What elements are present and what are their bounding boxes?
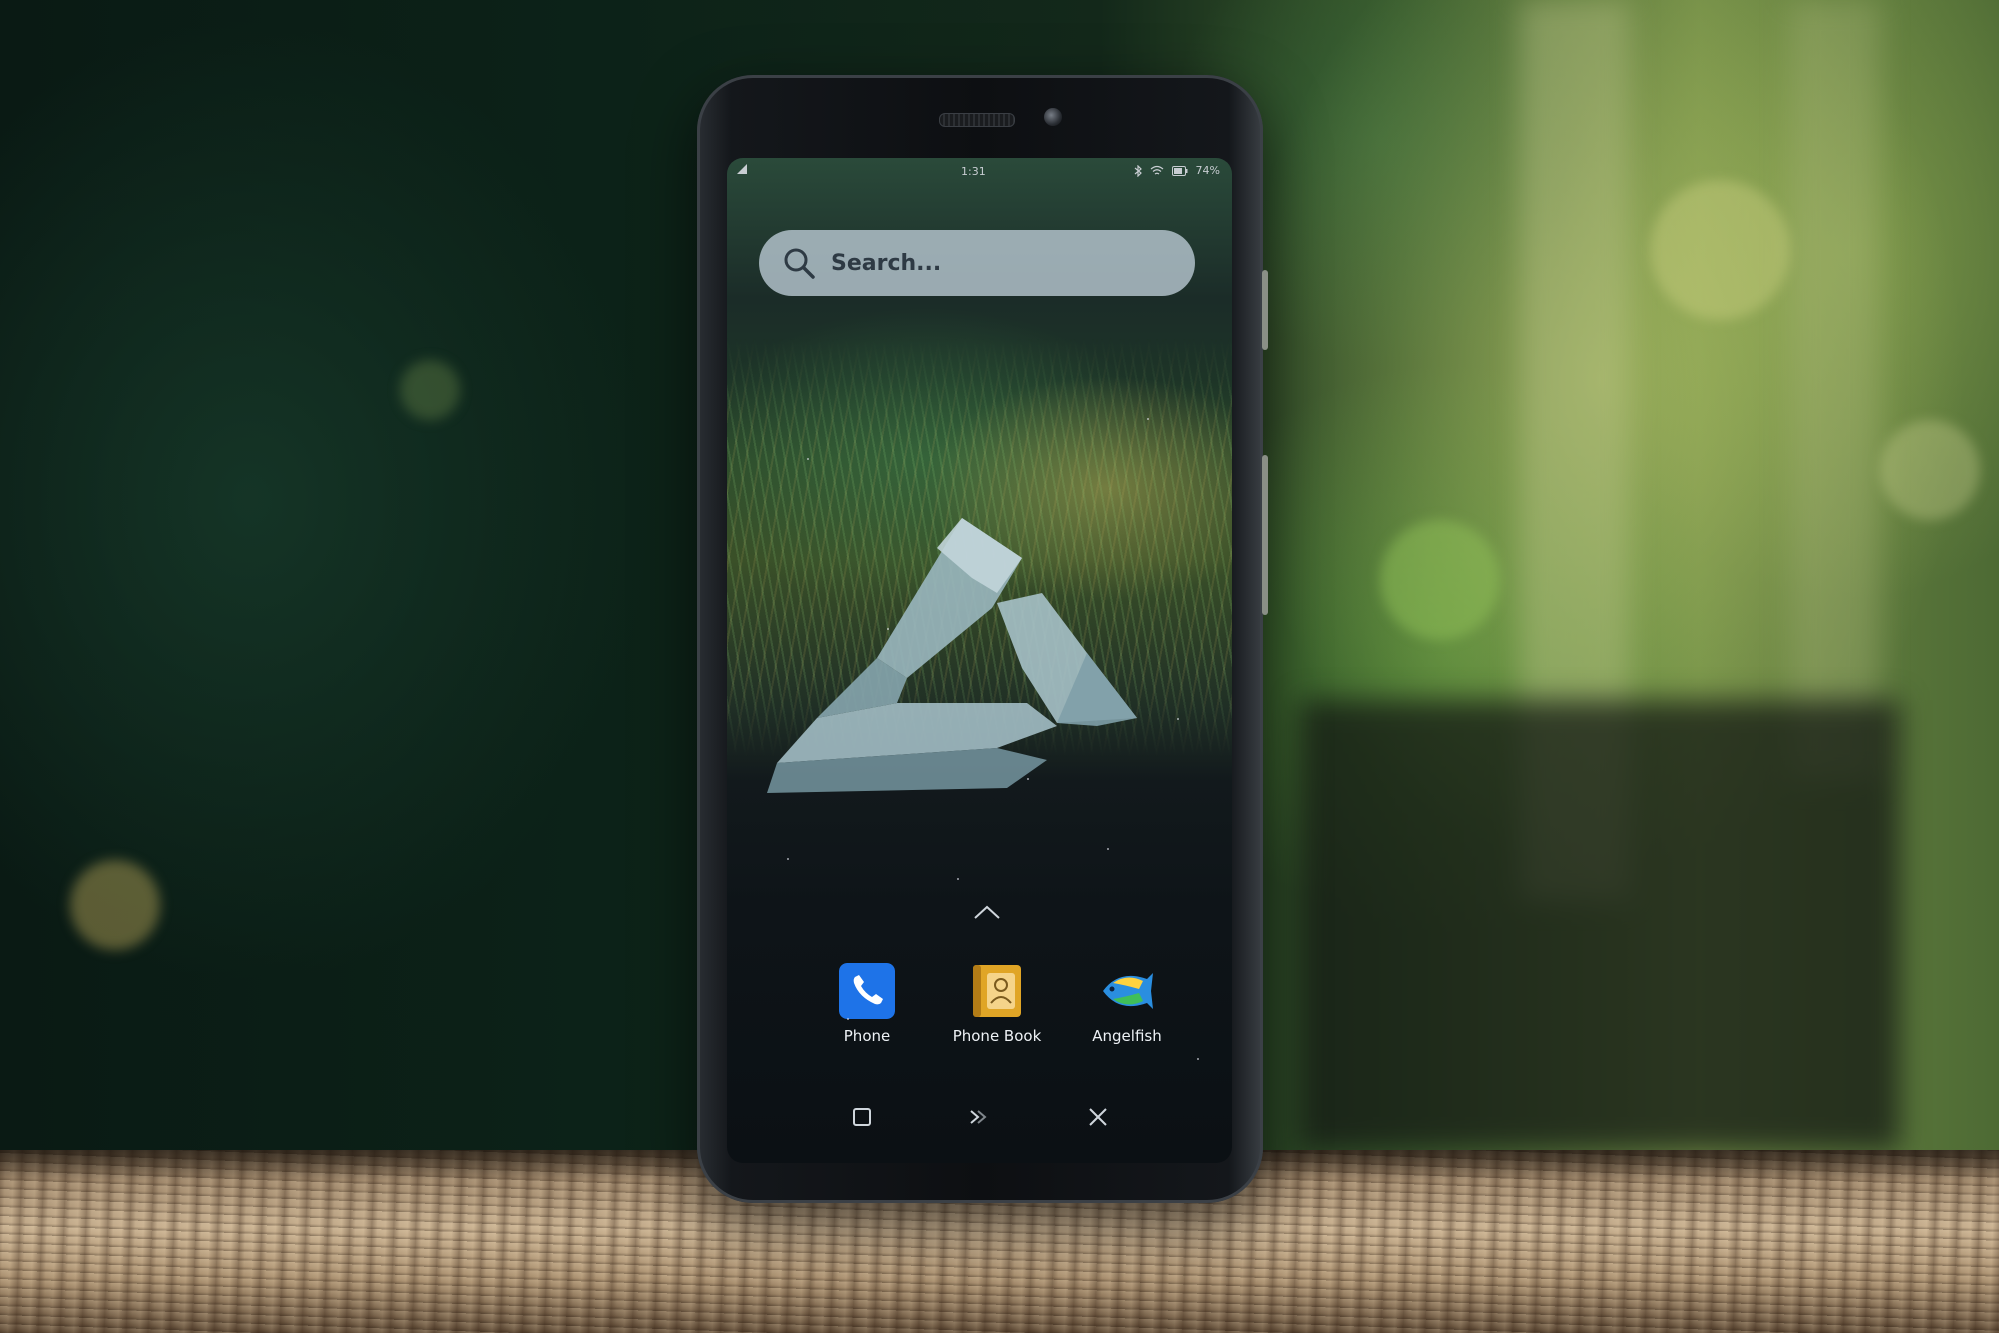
search-input[interactable]: Search... — [831, 251, 941, 276]
volume-button — [1262, 270, 1268, 350]
dust-speck — [807, 458, 809, 460]
status-time: 1:31 — [961, 165, 986, 178]
dust-speck — [887, 628, 889, 630]
close-icon[interactable] — [1083, 1102, 1113, 1132]
wallpaper-stone-logo — [767, 518, 1137, 793]
signal-icon — [737, 164, 747, 174]
power-button — [1262, 455, 1268, 615]
front-camera — [1044, 108, 1062, 126]
smartphone: 1:31 74% Search... Phone Phone Book Ange… — [697, 75, 1268, 1203]
battery-percent: 74% — [1195, 164, 1220, 177]
dust-speck — [1107, 848, 1109, 850]
dust-speck — [1197, 1058, 1199, 1060]
home-icon[interactable] — [963, 1102, 993, 1132]
chevron-up-icon[interactable] — [972, 903, 1002, 921]
app-angelfish[interactable]: Angelfish — [1072, 963, 1182, 1053]
bokeh-light — [1880, 420, 1980, 520]
tree-trunk — [1790, 0, 1880, 780]
dust-speck — [787, 858, 789, 860]
dust-speck — [957, 878, 959, 880]
bluetooth-icon — [1134, 164, 1142, 177]
bokeh-light — [1380, 520, 1500, 640]
bokeh-light — [70, 860, 160, 950]
phone-book-icon — [973, 965, 1021, 1017]
earpiece-speaker — [939, 113, 1015, 127]
app-phone[interactable]: Phone — [812, 963, 922, 1053]
bokeh-light — [1650, 180, 1790, 320]
app-label-angelfish: Angelfish — [1092, 1027, 1162, 1045]
phone-screen: 1:31 74% Search... Phone Phone Book Ange… — [727, 158, 1232, 1163]
dust-speck — [1147, 418, 1149, 420]
search-bar[interactable]: Search... — [759, 230, 1195, 296]
app-label-phone: Phone — [843, 1027, 891, 1045]
status-icons: 74% — [1134, 164, 1220, 177]
search-icon — [784, 248, 815, 279]
phone-icon — [839, 963, 895, 1019]
dust-speck — [1177, 718, 1179, 720]
bokeh-light — [400, 360, 460, 420]
tree-trunk — [1300, 700, 1900, 1150]
battery-icon — [1171, 165, 1188, 176]
status-bar: 1:31 74% — [727, 158, 1232, 184]
app-phone-book[interactable]: Phone Book — [942, 963, 1052, 1053]
dust-speck — [847, 1018, 849, 1020]
angelfish-icon — [1103, 973, 1153, 1009]
navigation-bar — [727, 1098, 1232, 1138]
overview-icon[interactable] — [847, 1102, 877, 1132]
photo-scene: 1:31 74% Search... Phone Phone Book Ange… — [0, 0, 1999, 1333]
wifi-icon — [1150, 165, 1163, 175]
dust-speck — [1027, 778, 1029, 780]
app-label-phone-book: Phone Book — [952, 1027, 1042, 1045]
app-dock: Phone Phone Book Angelfish — [812, 963, 1182, 1053]
